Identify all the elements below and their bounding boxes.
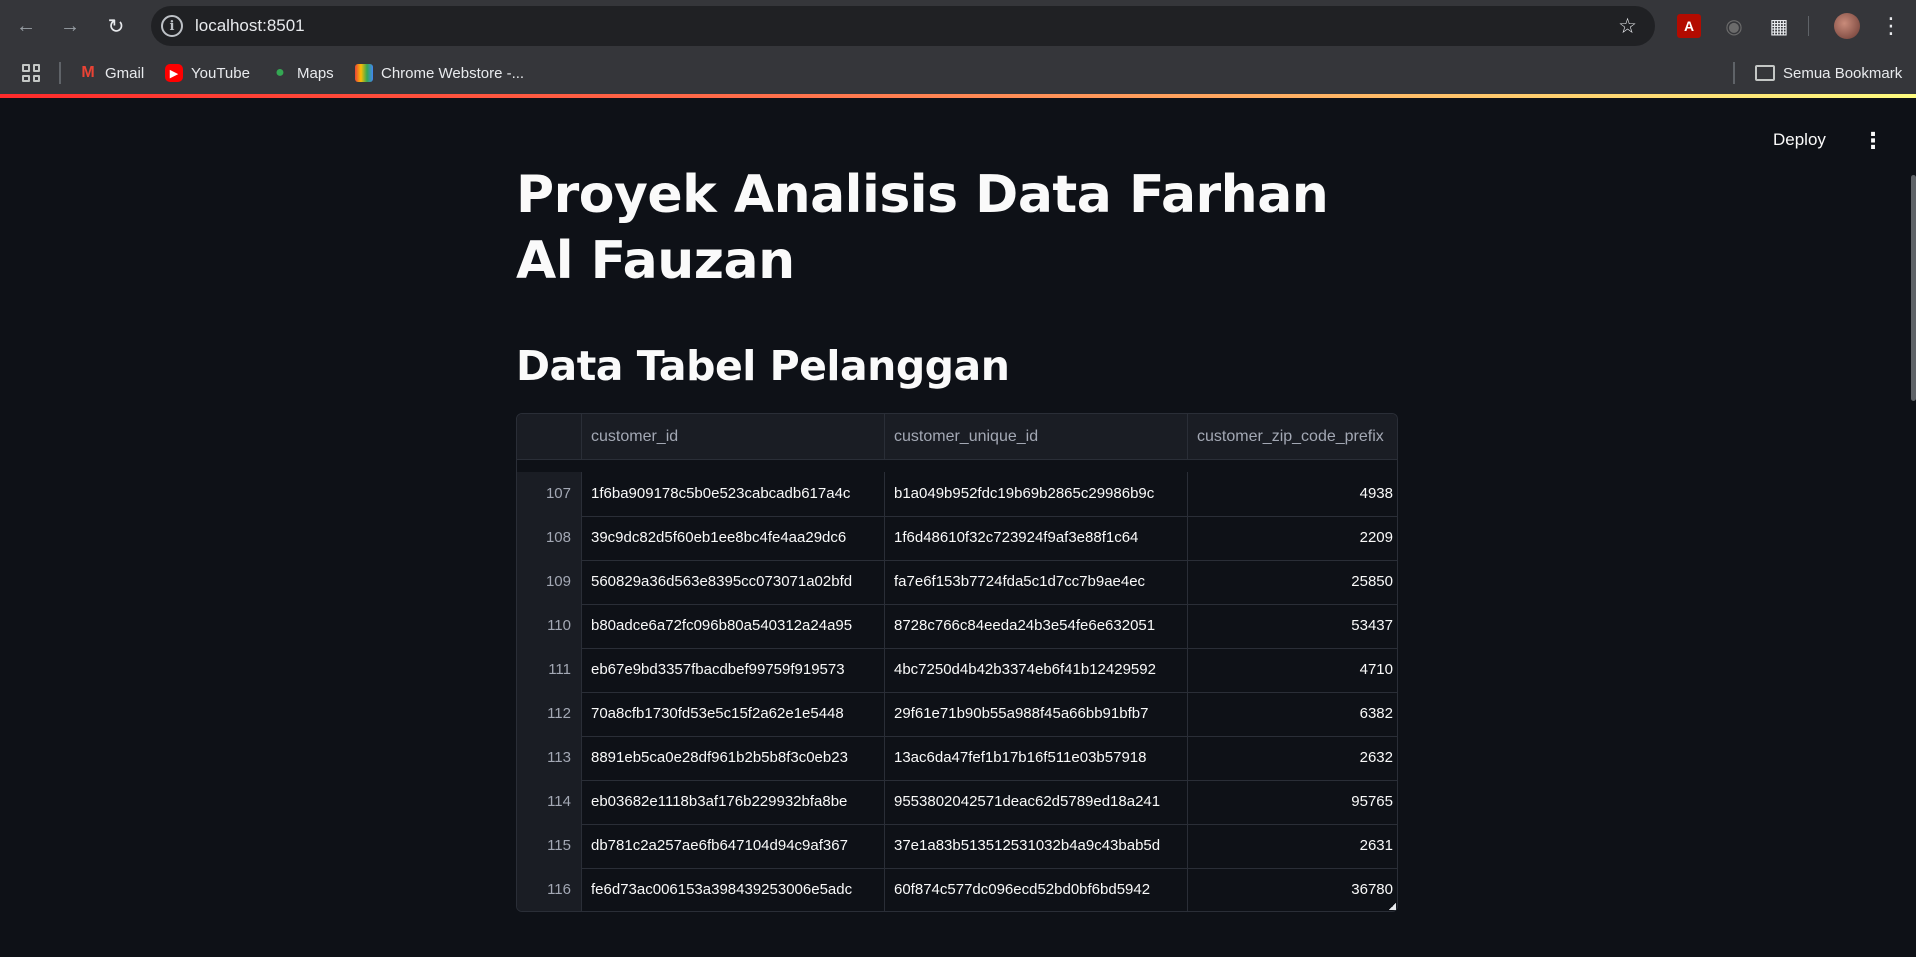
row-index: 112 [517,692,582,736]
bookmark-gmail[interactable]: M Gmail [79,62,144,84]
table-row[interactable]: 108 39c9dc82d5f60eb1ee8bc4fe4aa29dc6 1f6… [517,516,1397,561]
bookmarks-divider [59,62,61,84]
maps-icon: ● [275,64,285,81]
table-header: customer_id customer_unique_id customer_… [517,414,1397,460]
zip-code-cell[interactable]: 4938 [1188,472,1397,516]
customer-id-cell[interactable]: b80adce6a72fc096b80a540312a24a95 [582,604,885,648]
toolbar-divider [1808,16,1809,36]
customer-id-cell[interactable]: 70a8cfb1730fd53e5c15f2a62e1e5448 [582,692,885,736]
customer-unique-id-cell[interactable]: 37e1a83b513512531032b4a9c43bab5d [885,824,1188,868]
bookmark-label: Chrome Webstore -... [381,64,525,82]
bookmark-webstore[interactable]: Chrome Webstore -... [355,62,524,84]
back-icon[interactable]: ← [10,10,42,42]
customer-id-cell[interactable]: 8891eb5ca0e28df961b2b5b8f3c0eb23 [582,736,885,780]
zip-code-cell[interactable]: 4710 [1188,648,1397,692]
table-row[interactable]: 109 560829a36d563e8395cc073071a02bfd fa7… [517,560,1397,605]
all-bookmarks-folder[interactable]: Semua Bookmark [1755,62,1902,84]
row-index: 109 [517,560,582,604]
customer-unique-id-cell[interactable]: 1f6d48610f32c723924f9af3e88f1c64 [885,516,1188,560]
customer-unique-id-cell[interactable]: fa7e6f153b7724fda5c1d7cc7b9ae4ec [885,560,1188,604]
page-scrollbar[interactable] [1911,175,1916,401]
url-text[interactable]: localhost:8501 [195,16,305,36]
table-row[interactable]: 112 70a8cfb1730fd53e5c15f2a62e1e5448 29f… [517,692,1397,737]
zip-code-cell[interactable]: 36780 [1188,868,1397,911]
customer-unique-id-cell[interactable]: 13ac6da47fef1b17b16f511e03b57918 [885,736,1188,780]
column-header[interactable]: customer_unique_id [885,414,1188,459]
browser-menu-icon[interactable]: ⋮ [1880,12,1902,40]
profile-avatar[interactable] [1834,13,1860,39]
deploy-button[interactable]: Deploy [1773,130,1826,150]
bookmark-label: Gmail [105,64,145,82]
extensions-puzzle-icon[interactable]: ▦ [1767,14,1791,38]
customer-id-cell[interactable]: eb67e9bd3357fbacdbef99759f919573 [582,648,885,692]
zip-code-cell[interactable]: 95765 [1188,780,1397,824]
customer-unique-id-cell[interactable]: 29f61e71b90b55a988f45a66bb91bfb7 [885,692,1188,736]
table-row[interactable]: 113 8891eb5ca0e28df961b2b5b8f3c0eb23 13a… [517,736,1397,781]
bookmarks-bar: M Gmail ▶ YouTube ● Maps Chrome Webstore… [0,52,1916,94]
webstore-icon [355,64,373,82]
apps-grid-icon[interactable] [22,64,40,82]
customer-id-cell[interactable]: 560829a36d563e8395cc073071a02bfd [582,560,885,604]
zip-code-cell[interactable]: 25850 [1188,560,1397,604]
table-row[interactable]: 111 eb67e9bd3357fbacdbef99759f919573 4bc… [517,648,1397,693]
customer-id-cell[interactable]: fe6d73ac006153a398439253006e5adc [582,868,885,911]
customer-id-cell[interactable]: eb03682e1118b3af176b229932bfa8be [582,780,885,824]
column-header[interactable]: customer_id [582,414,885,459]
table-resize-handle[interactable] [1389,903,1396,910]
bookmark-label: Maps [297,64,334,82]
bookmarks-divider [1733,62,1735,84]
all-bookmarks-label: Semua Bookmark [1783,64,1903,82]
table-row[interactable]: 114 eb03682e1118b3af176b229932bfa8be 955… [517,780,1397,825]
bookmark-youtube[interactable]: ▶ YouTube [165,62,250,84]
page-title: Proyek Analisis Data Farhan Al Fauzan [516,165,1329,291]
bookmark-star-icon[interactable]: ☆ [1618,14,1637,39]
row-index: 107 [517,472,582,516]
row-index: 116 [517,868,582,911]
bookmark-label: YouTube [191,64,250,82]
customer-id-cell[interactable]: 39c9dc82d5f60eb1ee8bc4fe4aa29dc6 [582,516,885,560]
bookmark-maps[interactable]: ● Maps [271,62,334,84]
browser-chrome: ← → ↻ i localhost:8501 ☆ A ◉ ▦ ⋮ M Gmail… [0,0,1916,98]
folder-icon [1755,65,1775,81]
customer-unique-id-cell[interactable]: b1a049b952fdc19b69b2865c29986b9c [885,472,1188,516]
customer-id-cell[interactable]: 1f6ba909178c5b0e523cabcadb617a4c [582,472,885,516]
table-row[interactable]: 115 db781c2a257ae6fb647104d94c9af367 37e… [517,824,1397,869]
section-heading: Data Tabel Pelanggan [516,342,1010,390]
address-bar[interactable]: i localhost:8501 ☆ [151,6,1655,46]
browser-toolbar: ← → ↻ i localhost:8501 ☆ A ◉ ▦ ⋮ [0,0,1916,52]
app-menu-icon[interactable]: ⋮ [1862,128,1884,154]
row-index: 113 [517,736,582,780]
customer-unique-id-cell[interactable]: 9553802042571deac62d5789ed18a241 [885,780,1188,824]
customer-unique-id-cell[interactable]: 60f874c577dc096ecd52bd0bf6bd5942 [885,868,1188,911]
pdf-extension-icon[interactable]: A [1677,14,1701,38]
zip-code-cell[interactable]: 2209 [1188,516,1397,560]
zip-code-cell[interactable]: 2632 [1188,736,1397,780]
row-index: 114 [517,780,582,824]
table-row[interactable]: 116 fe6d73ac006153a398439253006e5adc 60f… [517,868,1397,911]
zip-code-cell[interactable]: 6382 [1188,692,1397,736]
row-index: 108 [517,516,582,560]
gmail-icon: M [81,64,95,81]
customer-unique-id-cell[interactable]: 8728c766c84eeda24b3e54fe6e632051 [885,604,1188,648]
reload-icon[interactable]: ↻ [100,10,132,42]
row-index: 115 [517,824,582,868]
zip-code-cell[interactable]: 53437 [1188,604,1397,648]
column-header[interactable]: customer_zip_code_prefix [1188,414,1397,459]
forward-icon[interactable]: → [54,10,86,42]
table-row[interactable]: 107 1f6ba909178c5b0e523cabcadb617a4c b1a… [517,472,1397,517]
customer-data-table[interactable]: customer_id customer_unique_id customer_… [516,413,1398,912]
streamlit-decoration-bar [0,94,1916,98]
zip-code-cell[interactable]: 2631 [1188,824,1397,868]
site-info-icon[interactable]: i [161,15,183,37]
table-row[interactable]: 110 b80adce6a72fc096b80a540312a24a95 872… [517,604,1397,649]
index-header [517,414,582,459]
youtube-icon: ▶ [165,64,183,82]
row-index: 110 [517,604,582,648]
customer-unique-id-cell[interactable]: 4bc7250d4b42b3374eb6f41b12429592 [885,648,1188,692]
customer-id-cell[interactable]: db781c2a257ae6fb647104d94c9af367 [582,824,885,868]
row-index: 111 [517,648,582,692]
extension-icon[interactable]: ◉ [1722,14,1746,38]
